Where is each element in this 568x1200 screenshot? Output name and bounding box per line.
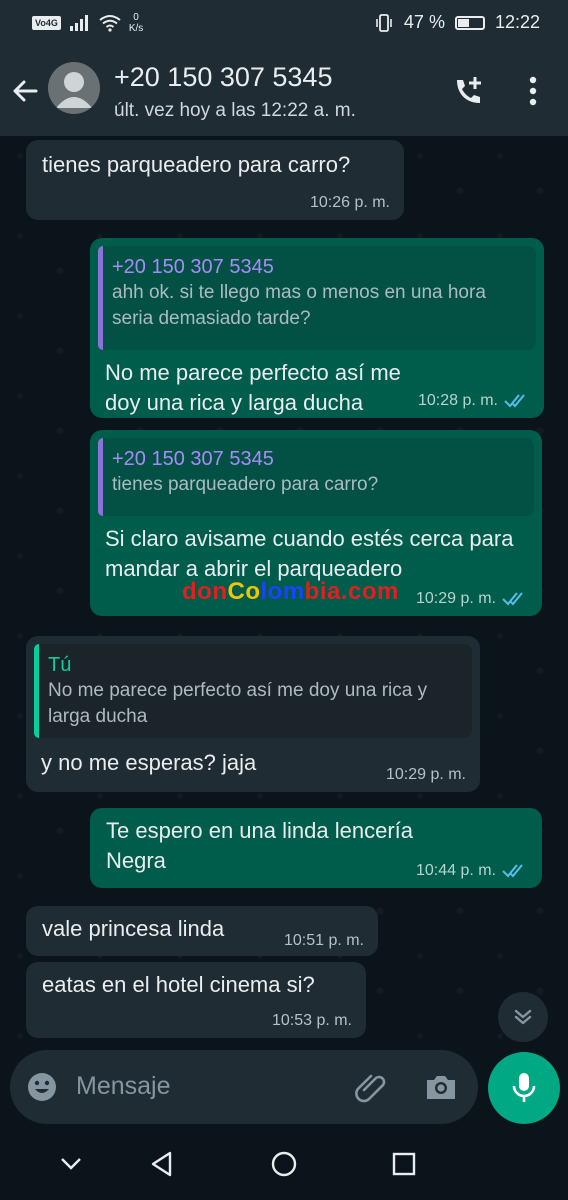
vibrate-icon <box>376 13 392 32</box>
message-input-container[interactable]: Mensaje <box>10 1050 478 1124</box>
message-meta: 10:51 p. m. <box>284 932 364 950</box>
chevron-down-icon <box>61 1158 81 1170</box>
message-meta: 10:53 p. m. <box>272 1012 352 1030</box>
message-meta: 10:28 p. m. <box>418 392 530 410</box>
message-time: 10:28 p. m. <box>417 392 498 409</box>
message-meta: 10:44 p. m. <box>416 862 528 880</box>
message-time: 10:53 p. m. <box>271 1012 352 1029</box>
status-bar: Vo4G 0 K/s 47 % 12:22 <box>0 0 568 48</box>
emoji-button[interactable] <box>26 1071 58 1108</box>
double-chevron-down-icon <box>514 1009 532 1025</box>
message-meta: 10:29 p. m. <box>416 590 528 608</box>
square-recents-icon <box>392 1152 416 1176</box>
back-arrow-icon <box>13 80 38 102</box>
message-time: 10:44 p. m. <box>415 862 496 879</box>
message-input[interactable]: Mensaje <box>76 1072 171 1101</box>
message-time: 10:29 p. m. <box>415 590 496 607</box>
double-check-icon <box>504 394 525 408</box>
nav-home-button[interactable] <box>270 1150 298 1183</box>
chat-area[interactable]: tienes parqueadero para carro? 10:26 p. … <box>0 136 568 1050</box>
wifi-icon <box>99 15 121 32</box>
camera-icon <box>427 1076 455 1099</box>
message-time: 10:51 p. m. <box>283 932 364 949</box>
battery-icon <box>454 15 485 30</box>
status-time: 12:22 <box>494 12 540 32</box>
message-text: Si claro avisame cuando estés cerca para… <box>105 526 514 581</box>
paperclip-icon <box>355 1074 386 1103</box>
phone-plus-icon <box>457 77 481 103</box>
camera-button[interactable] <box>424 1072 458 1107</box>
network-badge: Vo4G <box>32 16 61 30</box>
chat-header: +20 150 307 5345 últ. vez hoy a las 12:2… <box>0 48 568 136</box>
watermark: donColombia.com <box>182 578 399 605</box>
nav-back-button[interactable] <box>148 1150 176 1183</box>
circle-home-icon <box>271 1151 297 1177</box>
message-meta: 10:26 p. m. <box>310 194 390 212</box>
quoted-message[interactable]: +20 150 307 5345 ahh ok. si te llego mas… <box>98 246 536 350</box>
message-time: 10:26 p. m. <box>309 194 390 211</box>
message-incoming[interactable]: vale princesa linda 10:51 p. m. <box>26 906 378 956</box>
composer: Mensaje <box>0 1050 568 1130</box>
message-meta: 10:29 p. m. <box>386 766 466 784</box>
message-text: eatas en el hotel cinema si? <box>42 972 315 997</box>
quoted-message[interactable]: Tú No me parece perfecto así me doy una … <box>34 644 472 738</box>
scroll-to-bottom-button[interactable] <box>498 992 548 1042</box>
message-outgoing[interactable]: +20 150 307 5345 tienes parqueadero para… <box>90 430 542 616</box>
message-text: tienes parqueadero para carro? <box>42 152 351 177</box>
double-check-icon <box>502 864 523 878</box>
message-outgoing[interactable]: +20 150 307 5345 ahh ok. si te llego mas… <box>90 238 544 418</box>
avatar[interactable] <box>48 62 100 114</box>
battery-percent: 47 % <box>403 12 445 32</box>
quoted-author: Tú <box>48 654 72 676</box>
quoted-author: +20 150 307 5345 <box>112 448 274 470</box>
quoted-author: +20 150 307 5345 <box>112 256 274 278</box>
add-call-button[interactable] <box>450 74 486 115</box>
quoted-text: No me parece perfecto así me doy una ric… <box>48 680 428 727</box>
voice-message-button[interactable] <box>488 1052 560 1124</box>
quoted-message[interactable]: +20 150 307 5345 tienes parqueadero para… <box>98 438 534 516</box>
message-time: 10:29 p. m. <box>385 766 466 783</box>
kebab-menu-icon <box>529 76 537 106</box>
contact-name[interactable]: +20 150 307 5345 <box>114 62 332 93</box>
system-nav-bar <box>0 1130 568 1200</box>
last-seen: últ. vez hoy a las 12:22 a. m. <box>114 100 356 121</box>
attach-button[interactable] <box>354 1070 388 1109</box>
message-text: No me parece perfecto así me doy una ric… <box>105 360 401 415</box>
microphone-icon <box>512 1073 536 1102</box>
message-incoming[interactable]: eatas en el hotel cinema si? 10:53 p. m. <box>26 962 366 1038</box>
nav-hide-button[interactable] <box>58 1150 84 1181</box>
quoted-text: tienes parqueadero para carro? <box>112 474 379 495</box>
message-outgoing[interactable]: Te espero en una linda lencería Negra 10… <box>90 808 542 888</box>
double-check-icon <box>502 592 523 606</box>
message-incoming[interactable]: Tú No me parece perfecto así me doy una … <box>26 636 480 792</box>
quoted-text: ahh ok. si te llego mas o menos en una h… <box>112 282 486 329</box>
emoji-icon <box>28 1073 56 1101</box>
back-button[interactable] <box>10 76 40 111</box>
signal-icon <box>69 15 88 31</box>
triangle-back-icon <box>151 1151 172 1177</box>
default-avatar-icon <box>56 72 92 108</box>
network-speed: 0 K/s <box>128 12 144 34</box>
nav-recents-button[interactable] <box>390 1150 418 1183</box>
more-options-button[interactable] <box>520 76 546 111</box>
message-incoming[interactable]: tienes parqueadero para carro? 10:26 p. … <box>26 140 404 220</box>
message-text: Te espero en una linda lencería Negra <box>106 818 413 873</box>
